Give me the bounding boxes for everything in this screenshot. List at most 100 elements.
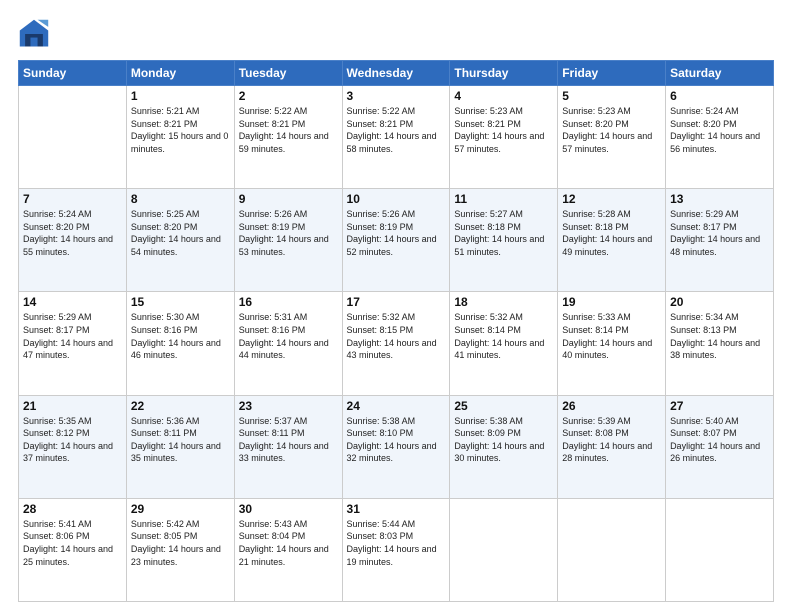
day-number: 12 — [562, 192, 661, 206]
calendar-cell: 26 Sunrise: 5:39 AM Sunset: 8:08 PM Dayli… — [558, 395, 666, 498]
day-info: Sunrise: 5:24 AM Sunset: 8:20 PM Dayligh… — [670, 105, 769, 155]
day-info: Sunrise: 5:38 AM Sunset: 8:10 PM Dayligh… — [347, 415, 446, 465]
day-info: Sunrise: 5:25 AM Sunset: 8:20 PM Dayligh… — [131, 208, 230, 258]
day-number: 10 — [347, 192, 446, 206]
calendar-cell: 25 Sunrise: 5:38 AM Sunset: 8:09 PM Dayli… — [450, 395, 558, 498]
day-number: 9 — [239, 192, 338, 206]
calendar-cell: 17 Sunrise: 5:32 AM Sunset: 8:15 PM Dayli… — [342, 292, 450, 395]
day-number: 17 — [347, 295, 446, 309]
day-info: Sunrise: 5:26 AM Sunset: 8:19 PM Dayligh… — [347, 208, 446, 258]
calendar-cell — [666, 498, 774, 601]
calendar-cell: 10 Sunrise: 5:26 AM Sunset: 8:19 PM Dayli… — [342, 189, 450, 292]
calendar-header-row: SundayMondayTuesdayWednesdayThursdayFrid… — [19, 61, 774, 86]
calendar-cell: 15 Sunrise: 5:30 AM Sunset: 8:16 PM Dayli… — [126, 292, 234, 395]
day-number: 28 — [23, 502, 122, 516]
calendar-cell: 21 Sunrise: 5:35 AM Sunset: 8:12 PM Dayli… — [19, 395, 127, 498]
day-info: Sunrise: 5:34 AM Sunset: 8:13 PM Dayligh… — [670, 311, 769, 361]
weekday-header: Saturday — [666, 61, 774, 86]
weekday-header: Monday — [126, 61, 234, 86]
calendar-week-row: 1 Sunrise: 5:21 AM Sunset: 8:21 PM Daylig… — [19, 86, 774, 189]
calendar-cell: 28 Sunrise: 5:41 AM Sunset: 8:06 PM Dayli… — [19, 498, 127, 601]
calendar-week-row: 7 Sunrise: 5:24 AM Sunset: 8:20 PM Daylig… — [19, 189, 774, 292]
day-info: Sunrise: 5:41 AM Sunset: 8:06 PM Dayligh… — [23, 518, 122, 568]
calendar-cell: 4 Sunrise: 5:23 AM Sunset: 8:21 PM Daylig… — [450, 86, 558, 189]
calendar-cell — [558, 498, 666, 601]
calendar-cell: 3Sunrise: 5:22 AM Sunset: 8:21 PM Daylig… — [342, 86, 450, 189]
calendar-cell: 12 Sunrise: 5:28 AM Sunset: 8:18 PM Dayli… — [558, 189, 666, 292]
calendar-cell: 20 Sunrise: 5:34 AM Sunset: 8:13 PM Dayli… — [666, 292, 774, 395]
day-number: 4 — [454, 89, 553, 103]
calendar-cell: 1 Sunrise: 5:21 AM Sunset: 8:21 PM Daylig… — [126, 86, 234, 189]
day-number: 20 — [670, 295, 769, 309]
day-info: Sunrise: 5:32 AM Sunset: 8:14 PM Dayligh… — [454, 311, 553, 361]
day-number: 29 — [131, 502, 230, 516]
day-number: 1 — [131, 89, 230, 103]
calendar-week-row: 14Sunrise: 5:29 AM Sunset: 8:17 PM Dayli… — [19, 292, 774, 395]
calendar-cell: 16 Sunrise: 5:31 AM Sunset: 8:16 PM Dayli… — [234, 292, 342, 395]
weekday-header: Wednesday — [342, 61, 450, 86]
day-number: 16 — [239, 295, 338, 309]
day-number: 8 — [131, 192, 230, 206]
day-info: Sunrise: 5:29 AM Sunset: 8:17 PM Dayligh… — [670, 208, 769, 258]
day-number: 7 — [23, 192, 122, 206]
day-info: Sunrise: 5:38 AM Sunset: 8:09 PM Dayligh… — [454, 415, 553, 465]
day-number: 21 — [23, 399, 122, 413]
day-number: 18 — [454, 295, 553, 309]
day-info: Sunrise: 5:21 AM Sunset: 8:21 PM Dayligh… — [131, 105, 230, 155]
calendar-cell: 18 Sunrise: 5:32 AM Sunset: 8:14 PM Dayli… — [450, 292, 558, 395]
header — [18, 18, 774, 50]
calendar-cell: 19Sunrise: 5:33 AM Sunset: 8:14 PM Dayli… — [558, 292, 666, 395]
calendar-cell: 9 Sunrise: 5:26 AM Sunset: 8:19 PM Daylig… — [234, 189, 342, 292]
page: SundayMondayTuesdayWednesdayThursdayFrid… — [0, 0, 792, 612]
day-info: Sunrise: 5:44 AM Sunset: 8:03 PM Dayligh… — [347, 518, 446, 568]
calendar-cell — [450, 498, 558, 601]
day-info: Sunrise: 5:22 AM Sunset: 8:21 PM Dayligh… — [347, 105, 446, 155]
calendar-cell: 31Sunrise: 5:44 AM Sunset: 8:03 PM Dayli… — [342, 498, 450, 601]
day-info: Sunrise: 5:31 AM Sunset: 8:16 PM Dayligh… — [239, 311, 338, 361]
calendar-cell: 8 Sunrise: 5:25 AM Sunset: 8:20 PM Daylig… — [126, 189, 234, 292]
calendar-week-row: 21 Sunrise: 5:35 AM Sunset: 8:12 PM Dayli… — [19, 395, 774, 498]
day-info: Sunrise: 5:23 AM Sunset: 8:20 PM Dayligh… — [562, 105, 661, 155]
calendar-table: SundayMondayTuesdayWednesdayThursdayFrid… — [18, 60, 774, 602]
weekday-header: Friday — [558, 61, 666, 86]
logo-icon — [18, 18, 50, 50]
calendar-cell: 13 Sunrise: 5:29 AM Sunset: 8:17 PM Dayli… — [666, 189, 774, 292]
day-number: 22 — [131, 399, 230, 413]
calendar-cell: 23Sunrise: 5:37 AM Sunset: 8:11 PM Dayli… — [234, 395, 342, 498]
day-info: Sunrise: 5:22 AM Sunset: 8:21 PM Dayligh… — [239, 105, 338, 155]
day-info: Sunrise: 5:26 AM Sunset: 8:19 PM Dayligh… — [239, 208, 338, 258]
day-number: 24 — [347, 399, 446, 413]
weekday-header: Tuesday — [234, 61, 342, 86]
day-info: Sunrise: 5:23 AM Sunset: 8:21 PM Dayligh… — [454, 105, 553, 155]
calendar-cell: 24 Sunrise: 5:38 AM Sunset: 8:10 PM Dayli… — [342, 395, 450, 498]
day-info: Sunrise: 5:27 AM Sunset: 8:18 PM Dayligh… — [454, 208, 553, 258]
weekday-header: Sunday — [19, 61, 127, 86]
day-info: Sunrise: 5:33 AM Sunset: 8:14 PM Dayligh… — [562, 311, 661, 361]
calendar-cell: 30Sunrise: 5:43 AM Sunset: 8:04 PM Dayli… — [234, 498, 342, 601]
calendar-week-row: 28 Sunrise: 5:41 AM Sunset: 8:06 PM Dayli… — [19, 498, 774, 601]
day-info: Sunrise: 5:30 AM Sunset: 8:16 PM Dayligh… — [131, 311, 230, 361]
day-number: 14 — [23, 295, 122, 309]
day-number: 13 — [670, 192, 769, 206]
day-info: Sunrise: 5:39 AM Sunset: 8:08 PM Dayligh… — [562, 415, 661, 465]
day-info: Sunrise: 5:42 AM Sunset: 8:05 PM Dayligh… — [131, 518, 230, 568]
day-info: Sunrise: 5:28 AM Sunset: 8:18 PM Dayligh… — [562, 208, 661, 258]
day-info: Sunrise: 5:40 AM Sunset: 8:07 PM Dayligh… — [670, 415, 769, 465]
calendar-cell: 22Sunrise: 5:36 AM Sunset: 8:11 PM Dayli… — [126, 395, 234, 498]
day-number: 6 — [670, 89, 769, 103]
day-number: 25 — [454, 399, 553, 413]
logo — [18, 18, 54, 50]
calendar-cell: 29 Sunrise: 5:42 AM Sunset: 8:05 PM Dayli… — [126, 498, 234, 601]
day-number: 26 — [562, 399, 661, 413]
day-info: Sunrise: 5:35 AM Sunset: 8:12 PM Dayligh… — [23, 415, 122, 465]
calendar-cell: 27Sunrise: 5:40 AM Sunset: 8:07 PM Dayli… — [666, 395, 774, 498]
day-number: 15 — [131, 295, 230, 309]
calendar-cell: 5Sunrise: 5:23 AM Sunset: 8:20 PM Daylig… — [558, 86, 666, 189]
day-info: Sunrise: 5:32 AM Sunset: 8:15 PM Dayligh… — [347, 311, 446, 361]
day-info: Sunrise: 5:24 AM Sunset: 8:20 PM Dayligh… — [23, 208, 122, 258]
day-number: 23 — [239, 399, 338, 413]
calendar-cell: 11Sunrise: 5:27 AM Sunset: 8:18 PM Dayli… — [450, 189, 558, 292]
calendar-cell: 7 Sunrise: 5:24 AM Sunset: 8:20 PM Daylig… — [19, 189, 127, 292]
calendar-cell: 6 Sunrise: 5:24 AM Sunset: 8:20 PM Daylig… — [666, 86, 774, 189]
calendar-cell: 14Sunrise: 5:29 AM Sunset: 8:17 PM Dayli… — [19, 292, 127, 395]
